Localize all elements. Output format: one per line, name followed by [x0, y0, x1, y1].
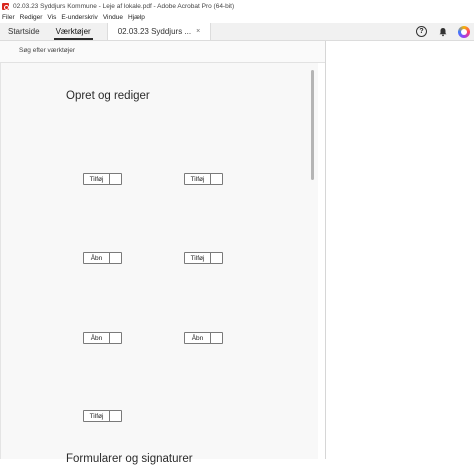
- acrobat-icon: [2, 2, 9, 10]
- tool-button-label: Tilføj: [185, 174, 211, 184]
- tool-button[interactable]: Tilføj: [184, 252, 223, 264]
- help-icon[interactable]: ?: [416, 26, 427, 37]
- window-titlebar: 02.03.23 Syddjurs Kommune - Leje af loka…: [0, 0, 474, 12]
- section-title-2: Formularer og signaturer: [66, 453, 193, 465]
- menu-hjaelp[interactable]: Hjælp: [126, 14, 148, 21]
- tab-home-label: Startside: [8, 27, 40, 36]
- menu-vis[interactable]: Vis: [45, 14, 59, 21]
- tool-button-label: Tilføj: [84, 174, 110, 184]
- menu-e-underskriv[interactable]: E-underskriv: [59, 14, 100, 21]
- close-icon[interactable]: ×: [196, 28, 200, 35]
- avatar[interactable]: [458, 25, 470, 38]
- tools-pane: Opret og rediger Tilføj Tilføj Åbn Tilfø…: [0, 63, 318, 465]
- tool-button[interactable]: Åbn: [83, 332, 122, 344]
- tool-button-label: Åbn: [84, 253, 110, 263]
- tabbar-actions: ?: [416, 23, 474, 40]
- tab-document-label: 02.03.23 Syddjurs ...: [117, 27, 192, 36]
- tool-button-label: Tilføj: [84, 411, 110, 421]
- tool-button-label: Tilføj: [185, 253, 211, 263]
- menu-rediger[interactable]: Rediger: [18, 14, 46, 21]
- tool-button[interactable]: Åbn: [83, 252, 122, 264]
- tool-button-label: Åbn: [185, 333, 211, 343]
- tool-button[interactable]: Tilføj: [83, 410, 122, 422]
- dropdown-icon[interactable]: [211, 174, 222, 184]
- dropdown-icon[interactable]: [110, 253, 121, 263]
- tool-button-label: Åbn: [84, 333, 110, 343]
- document-pane: [326, 41, 474, 459]
- scrollbar-thumb[interactable]: [311, 70, 314, 180]
- tool-button[interactable]: Tilføj: [184, 173, 223, 185]
- window-title: 02.03.23 Syddjurs Kommune - Leje af loka…: [13, 2, 235, 10]
- dropdown-icon[interactable]: [211, 333, 222, 343]
- tool-button[interactable]: Åbn: [184, 332, 223, 344]
- dropdown-icon[interactable]: [110, 174, 121, 184]
- tool-search-label: Søg efter værktøjer: [19, 47, 75, 54]
- tool-button[interactable]: Tilføj: [83, 173, 122, 185]
- tab-home[interactable]: Startside: [0, 23, 48, 40]
- menu-bar: Filer Rediger Vis E-underskriv Vindue Hj…: [0, 12, 474, 23]
- tool-search[interactable]: Søg efter værktøjer: [0, 41, 325, 63]
- tab-document[interactable]: 02.03.23 Syddjurs ... ×: [106, 23, 212, 40]
- dropdown-icon[interactable]: [110, 333, 121, 343]
- section-title: Opret og rediger: [66, 90, 150, 102]
- menu-filer[interactable]: Filer: [0, 14, 18, 21]
- dropdown-icon[interactable]: [211, 253, 222, 263]
- dropdown-icon[interactable]: [110, 411, 121, 421]
- tab-tools[interactable]: Værktøjer: [48, 23, 99, 40]
- menu-vindue[interactable]: Vindue: [101, 14, 126, 21]
- bell-icon[interactable]: [437, 26, 448, 37]
- tab-tools-label: Værktøjer: [55, 27, 91, 36]
- tab-bar: Startside Værktøjer 02.03.23 Syddjurs ..…: [0, 23, 474, 41]
